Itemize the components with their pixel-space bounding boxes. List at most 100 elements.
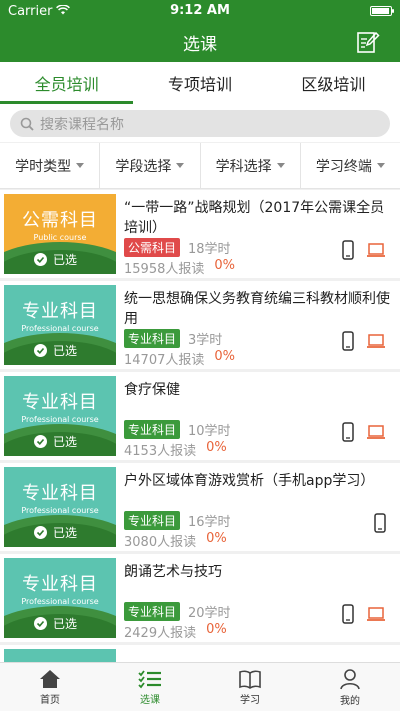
course-hours: 16学时 [188,515,231,530]
course-thumbnail: 专业科目 Professional course 已选 [4,376,116,456]
search-placeholder: 搜索课程名称 [40,116,124,133]
progress-percent: 0% [206,440,227,455]
enrollment-count: 4153人报读 [124,444,197,459]
tabbar-mine[interactable]: 我的 [300,663,400,711]
learning-devices [374,513,386,537]
course-list: 公需科目 Public course 已选 “一带一路”战略规划（2017年公需课全员… [0,190,400,662]
filter-subject[interactable]: 学科选择 [201,143,301,188]
laptop-icon [366,333,386,353]
selected-indicator: 已选 [34,251,77,268]
phone-icon [342,604,354,628]
filter-label: 学段选择 [115,158,172,175]
selected-label: 已选 [53,526,78,540]
selected-label: 已选 [53,617,78,631]
person-icon [340,668,360,689]
course-hours: 18学时 [188,242,231,257]
course-item[interactable]: 公需科目 Public course 已选 “一带一路”战略规划（2017年公需课全员… [0,190,400,278]
tab-district[interactable]: 区级培训 [267,62,400,104]
filter-terminal[interactable]: 学习终端 [301,143,400,188]
filter-stage[interactable]: 学段选择 [100,143,201,188]
course-hours: 20学时 [188,606,231,621]
course-hours: 10学时 [188,424,231,439]
selected-indicator: 已选 [34,615,77,632]
carrier-label: Carrier [8,3,53,19]
course-stats: 14707人报读 0% [124,349,235,368]
thumbnail-subtitle: Professional course [21,597,99,606]
course-item[interactable]: 专业科目 Professional course 已选 统一思想确保义务教育统编三科教… [0,281,400,369]
battery-icon [370,6,394,16]
course-title: 朗诵艺术与技巧 [124,564,222,580]
course-thumbnail: 专业科目 Professional course 已选 [4,285,116,365]
filter-label: 学时类型 [15,158,72,175]
edit-button[interactable] [354,28,382,56]
check-circle-icon [34,253,47,266]
tab-all-staff[interactable]: 全员培训 [0,62,134,104]
course-type-badge: 专业科目 [124,511,181,530]
selected-indicator: 已选 [34,524,77,541]
caret-down-icon [276,163,285,168]
learning-devices [342,240,386,264]
course-title: 食疗保健 [124,382,180,398]
caret-down-icon [176,163,185,168]
thumbnail-title: 专业科目 [22,392,98,413]
course-tabs: 全员培训 专项培训 区级培训 [0,62,400,104]
bottom-tab-bar: 首页 选课 学习 我的 [0,662,400,711]
phone-icon [342,240,354,264]
phone-icon [342,331,354,355]
home-icon [40,669,60,688]
course-stats: 2429人报读 0% [124,622,227,641]
tab-special[interactable]: 专项培训 [133,62,266,104]
laptop-icon [366,242,386,262]
learning-devices [342,422,386,446]
tabbar-home[interactable]: 首页 [0,663,100,711]
laptop-icon [366,606,386,626]
laptop-icon [366,424,386,444]
progress-percent: 0% [206,531,227,546]
check-circle-icon [34,344,47,357]
thumbnail-subtitle: Professional course [21,324,99,333]
search-bar: 搜索课程名称 [0,104,400,142]
tabbar-label: 选课 [140,694,160,706]
course-item[interactable]: 专业科目 Professional course 已选 朗诵艺术与技巧专业科目 20学时… [0,554,400,642]
thumbnail-title: 专业科目 [22,301,98,322]
header: Carrier 9:12 AM 选课 [0,0,400,62]
tabbar-label: 我的 [340,695,360,707]
course-title: 统一思想确保义务教育统编三科教材顺利使用 [124,291,390,327]
filter-bar: 学时类型 学段选择 学科选择 学习终端 [0,143,400,189]
course-thumbnail: 专业科目 Professional course 已选 [4,558,116,638]
course-thumbnail [4,649,116,662]
filter-hour-type[interactable]: 学时类型 [0,143,101,188]
thumbnail-title: 专业科目 [22,574,98,595]
progress-percent: 0% [206,622,227,637]
selected-label: 已选 [53,435,78,449]
book-icon [239,670,261,689]
edit-icon [357,31,380,53]
phone-icon [374,513,386,537]
course-title: 户外区域体育游戏赏析（手机app学习） [124,473,375,489]
check-circle-icon [34,435,47,448]
thumbnail-title: 公需科目 [22,210,98,231]
enrollment-count: 3080人报读 [124,535,197,550]
course-stats: 15958人报读 0% [124,258,235,277]
tabbar-course-select[interactable]: 选课 [100,663,200,711]
filter-label: 学习终端 [315,158,372,175]
course-item-partial[interactable] [0,645,400,662]
status-bar: Carrier 9:12 AM [0,0,400,22]
enrollment-count: 14707人报读 [124,353,205,368]
course-item[interactable]: 专业科目 Professional course 已选 食疗保健 专业科目 10学时 415… [0,372,400,460]
learning-devices [342,604,386,628]
thumbnail-subtitle: Professional course [21,415,99,424]
course-meta: 专业科目 3学时 [124,329,222,348]
check-circle-icon [34,526,47,539]
filter-label: 学科选择 [215,158,272,175]
tabbar-study[interactable]: 学习 [200,663,300,711]
list-icon [138,669,161,688]
caret-down-icon [76,163,85,168]
course-thumbnail: 专业科目 Professional course 已选 [4,467,116,547]
course-meta: 专业科目 16学时 [124,511,231,530]
course-stats: 4153人报读 0% [124,440,227,459]
enrollment-count: 2429人报读 [124,626,197,641]
course-item[interactable]: 专业科目 Professional course 已选 户外区域体育游戏赏析（手机ap… [0,463,400,551]
search-input[interactable]: 搜索课程名称 [10,110,390,137]
thumbnail-subtitle: Public course [33,233,87,242]
